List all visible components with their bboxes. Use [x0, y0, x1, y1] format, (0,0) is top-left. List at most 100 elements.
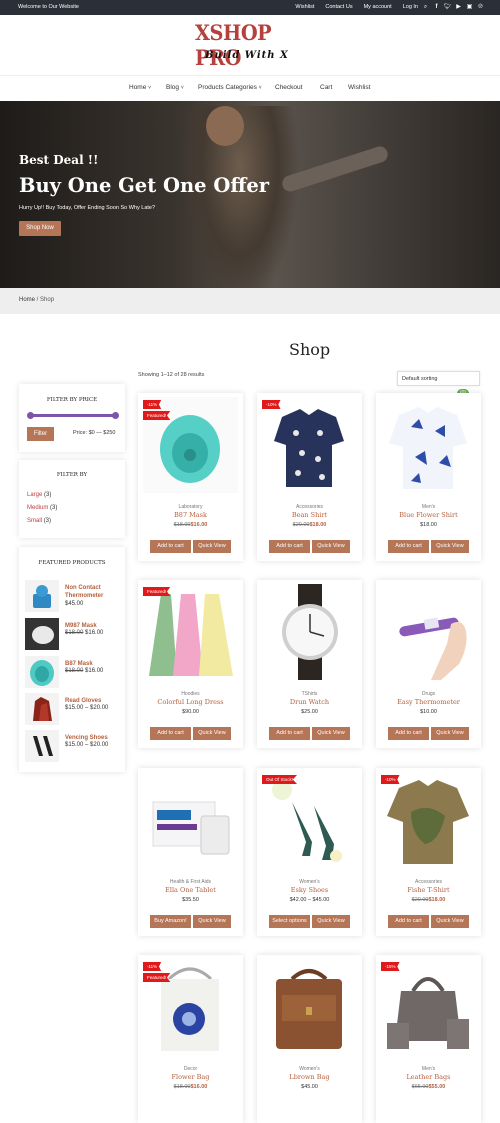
product-image[interactable] [262, 772, 357, 868]
twitter-icon[interactable]: 🐦︎ [444, 3, 452, 11]
featured-item[interactable]: B87 Mask $18.00 $16.00 [25, 656, 125, 690]
featured-item-name[interactable]: Vencing Shoes [65, 734, 108, 742]
nav-cart[interactable]: Cart [320, 84, 332, 91]
product-card[interactable]: -11% Featured! Decor Flower Bag $18.00$16.00 [138, 955, 243, 1123]
featured-item[interactable]: M987 Mask $18.00 $16.00 [25, 618, 125, 652]
youtube-icon[interactable]: ▶ [455, 3, 462, 11]
featured-item[interactable]: Vencing Shoes $15.00 – $20.00 [25, 730, 125, 764]
quick-view-button[interactable]: Quick View [431, 540, 469, 553]
featured-item-name[interactable]: B87 Mask [65, 660, 93, 668]
product-category[interactable]: Men's [376, 1066, 481, 1072]
add-to-cart-button[interactable]: Add to cart [269, 727, 310, 740]
product-category[interactable]: Men's [376, 504, 481, 510]
contact-link[interactable]: Contact Us [325, 4, 352, 10]
product-card[interactable]: Health & First Aids Ella One Tablet $35.50… [138, 768, 243, 936]
price-slider[interactable] [27, 412, 119, 419]
slider-handle-max[interactable] [112, 412, 119, 419]
site-logo[interactable]: XSHOP PRO Build With X [193, 20, 308, 70]
product-name[interactable]: Flower Bag [138, 1073, 243, 1081]
filter-item-large[interactable]: Large (3) [27, 492, 51, 498]
product-category[interactable]: Women's [257, 879, 362, 885]
product-name[interactable]: Bean Shirt [257, 511, 362, 519]
product-name[interactable]: Lbrown Bag [257, 1073, 362, 1081]
product-image[interactable] [143, 772, 238, 868]
product-name[interactable]: Drun Watch [257, 698, 362, 706]
add-to-cart-button[interactable]: Add to cart [388, 915, 429, 928]
pinterest-icon[interactable]: ℗ [477, 3, 484, 11]
search-icon[interactable]: ⌕ [422, 3, 429, 11]
add-to-cart-button[interactable]: Add to cart [388, 540, 429, 553]
featured-item-name[interactable]: Non Contact Thermometer [65, 584, 125, 600]
facebook-icon[interactable]: f [433, 3, 440, 11]
add-to-cart-button[interactable]: Add to cart [150, 727, 191, 740]
product-name[interactable]: Easy Thermometer [376, 698, 481, 706]
product-name[interactable]: Esky Shoes [257, 886, 362, 894]
product-card[interactable]: -11% Featured! Laboratory B87 Mask $18.00$16… [138, 393, 243, 561]
product-name[interactable]: Fishe T-Shirt [376, 886, 481, 894]
featured-item-name[interactable]: M987 Mask [65, 622, 97, 630]
featured-item[interactable]: Non Contact Thermometer $45.00 [25, 580, 125, 614]
wishlist-link[interactable]: Wishlist [295, 4, 314, 10]
product-category[interactable]: Women's [257, 1066, 362, 1072]
nav-products-categories[interactable]: Products Categories ˅ [198, 84, 262, 91]
product-image[interactable] [262, 584, 357, 680]
instagram-icon[interactable]: ▣ [466, 3, 473, 11]
product-image[interactable] [381, 959, 476, 1055]
add-to-cart-button[interactable]: Add to cart [269, 540, 310, 553]
product-category[interactable]: Hoodies [138, 691, 243, 697]
slider-handle-min[interactable] [27, 412, 34, 419]
quick-view-button[interactable]: Quick View [193, 915, 231, 928]
product-image[interactable] [262, 959, 357, 1055]
add-to-cart-button[interactable]: Select options [269, 915, 310, 928]
product-card[interactable]: Out Of Stock! Women's Esky Shoes $42.00 – $… [257, 768, 362, 936]
filter-button[interactable]: Filter [27, 427, 54, 441]
product-image[interactable] [381, 584, 476, 680]
shop-now-button[interactable]: Shop Now [19, 221, 61, 236]
product-card[interactable]: -10% Accessories Fishe T-Shirt $20.00$18.00… [376, 768, 481, 936]
product-name[interactable]: B87 Mask [138, 511, 243, 519]
add-to-cart-button[interactable]: Buy Amazon! [150, 915, 191, 928]
product-card[interactable]: Men's Blue Flower Shirt $18.00 Add to cart Q… [376, 393, 481, 561]
my-account-link[interactable]: My account [364, 4, 392, 10]
nav-home[interactable]: Home ˅ [129, 84, 151, 91]
quick-view-button[interactable]: Quick View [431, 915, 469, 928]
add-to-cart-button[interactable]: Add to cart [150, 540, 191, 553]
product-category[interactable]: Accessories [257, 504, 362, 510]
product-name[interactable]: Blue Flower Shirt [376, 511, 481, 519]
nav-blog[interactable]: Blog ˅ [166, 84, 184, 91]
quick-view-button[interactable]: Quick View [193, 540, 231, 553]
product-category[interactable]: Laboratory [138, 504, 243, 510]
product-card[interactable]: Women's Lbrown Bag $45.00 [257, 955, 362, 1123]
product-card[interactable]: Featured! Hoodies Colorful Long Dress $90.0… [138, 580, 243, 748]
sort-select[interactable]: Default sorting [397, 371, 480, 386]
nav-checkout[interactable]: Checkout [275, 84, 302, 91]
filter-item-medium[interactable]: Medium (3) [27, 505, 57, 511]
product-card[interactable]: -15% Men's Leather Bags $65.00$55.00 [376, 955, 481, 1123]
product-image[interactable] [381, 397, 476, 493]
quick-view-button[interactable]: Quick View [312, 915, 350, 928]
breadcrumb-home[interactable]: Home [19, 297, 35, 303]
login-link[interactable]: Log In [403, 4, 418, 10]
featured-item[interactable]: Read Gloves $15.00 – $20.00 [25, 693, 125, 727]
product-name[interactable]: Colorful Long Dress [138, 698, 243, 706]
product-card[interactable]: Drugs Easy Thermometer $10.00 Add to cart Qu… [376, 580, 481, 748]
product-category[interactable]: Decor [138, 1066, 243, 1072]
add-to-cart-button[interactable]: Add to cart [388, 727, 429, 740]
product-card[interactable]: TShirts Drun Watch $25.00 Add to cart Quick … [257, 580, 362, 748]
quick-view-button[interactable]: Quick View [312, 540, 350, 553]
filter-item-small[interactable]: Small (3) [27, 518, 51, 524]
product-name[interactable]: Ella One Tablet [138, 886, 243, 894]
product-category[interactable]: Accessories [376, 879, 481, 885]
quick-view-button[interactable]: Quick View [312, 727, 350, 740]
product-image[interactable] [262, 397, 357, 493]
product-category[interactable]: Drugs [376, 691, 481, 697]
product-card[interactable]: -10% Accessories Bean Shirt $20.00$18.00 Add… [257, 393, 362, 561]
quick-view-button[interactable]: Quick View [193, 727, 231, 740]
quick-view-button[interactable]: Quick View [431, 727, 469, 740]
product-image[interactable] [143, 584, 238, 680]
product-image[interactable] [381, 772, 476, 868]
nav-wishlist[interactable]: Wishlist [348, 84, 370, 91]
product-category[interactable]: Health & First Aids [138, 879, 243, 885]
product-name[interactable]: Leather Bags [376, 1073, 481, 1081]
product-category[interactable]: TShirts [257, 691, 362, 697]
